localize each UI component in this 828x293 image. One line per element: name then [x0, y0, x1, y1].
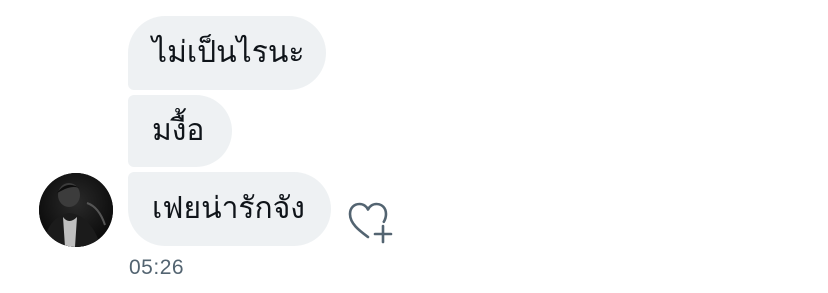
- avatar-photo: [39, 173, 113, 247]
- message-text: เฟยน่ารักจัง: [152, 191, 305, 226]
- message-text: มงื้อ: [152, 113, 205, 148]
- message-bubble[interactable]: เฟยน่ารักจัง: [128, 172, 331, 246]
- avatar[interactable]: [39, 173, 113, 247]
- chat-thread: ไม่เป็นไรนะ มงื้อ เฟยน่ารักจัง 05:26: [0, 0, 828, 293]
- message-text: ไม่เป็นไรนะ: [152, 35, 305, 70]
- heart-plus-icon: [348, 202, 393, 244]
- message-bubble[interactable]: ไม่เป็นไรนะ: [128, 16, 326, 90]
- message-bubble[interactable]: มงื้อ: [128, 95, 232, 167]
- add-reaction-button[interactable]: [347, 200, 393, 244]
- message-timestamp: 05:26: [129, 256, 185, 279]
